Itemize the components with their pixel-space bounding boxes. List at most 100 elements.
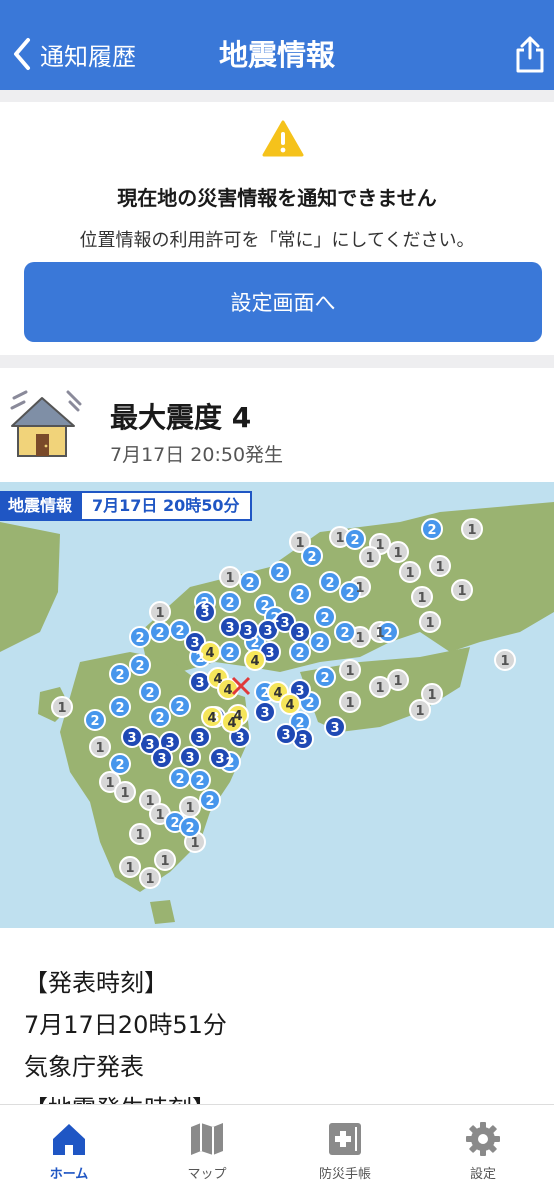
- intensity-label: 1: [335, 531, 344, 546]
- intensity-label: 1: [393, 674, 402, 689]
- warning-icon: [262, 120, 304, 157]
- tab-label: 防災手帳: [318, 1167, 371, 1182]
- intensity-label: 1: [295, 536, 304, 551]
- intensity-label: 4: [207, 711, 216, 726]
- intensity-label: 3: [280, 616, 289, 631]
- intensity-label: 2: [225, 756, 234, 771]
- notice-title: 現在地の災害情報を通知できません: [117, 186, 437, 210]
- detail-line: 7月17日20時51分: [24, 1011, 227, 1039]
- intensity-label: 1: [95, 741, 104, 756]
- intensity-label: 2: [307, 550, 316, 565]
- house-shaking-icon: [10, 390, 82, 457]
- intensity-label: 2: [195, 651, 204, 666]
- seismic-intensity-map[interactable]: 1111111111 1111111111111 1111111 1111122222…: [0, 482, 554, 928]
- intensity-label: 2: [145, 686, 154, 701]
- intensity-label: 4: [213, 672, 222, 687]
- intensity-label: 3: [295, 684, 304, 699]
- intensity-label: 1: [365, 551, 374, 566]
- intensity-label: 2: [320, 671, 329, 686]
- intensity-label: 3: [260, 706, 269, 721]
- share-icon[interactable]: [512, 34, 548, 74]
- intensity-label: 3: [263, 624, 272, 639]
- intensity-label: 2: [115, 668, 124, 683]
- intensity-label: 3: [298, 733, 307, 748]
- intensity-label: 2: [260, 599, 269, 614]
- intensity-label: 2: [115, 701, 124, 716]
- tab-settings[interactable]: 設定: [414, 1105, 552, 1201]
- tab-label: マップ: [187, 1167, 227, 1182]
- tab-home[interactable]: ホーム: [0, 1105, 138, 1201]
- intensity-label: 2: [260, 686, 269, 701]
- intensity-label: 1: [57, 701, 66, 716]
- intensity-label: 1: [417, 591, 426, 606]
- intensity-label: 3: [185, 751, 194, 766]
- intensity-label: 1: [120, 786, 129, 801]
- intensity-label: 2: [275, 566, 284, 581]
- intensity-label: 1: [457, 584, 466, 599]
- intensity-label: 3: [157, 752, 166, 767]
- intensity-label: 1: [500, 654, 509, 669]
- intensity-label: 2: [383, 626, 392, 641]
- intensity-label: 3: [215, 752, 224, 767]
- intensity-label: 3: [195, 731, 204, 746]
- intensity-label: 1: [405, 566, 414, 581]
- intensity-label: 1: [155, 606, 164, 621]
- tab-map[interactable]: マップ: [138, 1105, 276, 1201]
- intensity-label: 1: [185, 801, 194, 816]
- detail-line: 気象庁発表: [24, 1053, 144, 1081]
- intensity-label: 2: [115, 758, 124, 773]
- gear-icon: [466, 1122, 500, 1156]
- max-intensity-title: 最大震度 4: [110, 401, 252, 434]
- intensity-label: 2: [305, 696, 314, 711]
- intensity-label: 2: [205, 794, 214, 809]
- intensity-label: 2: [345, 586, 354, 601]
- intensity-label: 2: [295, 588, 304, 603]
- map-badge-label: 地震情報: [0, 491, 81, 521]
- intensity-label: 1: [225, 571, 234, 586]
- intensity-label: 2: [185, 821, 194, 836]
- open-settings-button[interactable]: 設定画面へ: [24, 262, 542, 342]
- intensity-label: 1: [135, 828, 144, 843]
- intensity-label: 2: [350, 533, 359, 548]
- intensity-label: 3: [165, 736, 174, 751]
- intensity-label: 2: [427, 523, 436, 538]
- tab-bar: ホーム マップ 防災手帳 設定: [0, 1104, 554, 1201]
- intensity-label: 3: [281, 728, 290, 743]
- intensity-label: 1: [190, 836, 199, 851]
- intensity-label: 4: [223, 683, 232, 698]
- tab-label: ホーム: [49, 1167, 89, 1182]
- intensity-label: 1: [375, 681, 384, 696]
- notice-subtitle: 位置情報の利用許可を「常に」にしてください。: [79, 230, 475, 251]
- intensity-label: 4: [250, 654, 259, 669]
- map-badge-time: 7月17日 20時50分: [80, 491, 252, 521]
- intensity-label: 2: [315, 636, 324, 651]
- intensity-label: 1: [427, 688, 436, 703]
- tab-disaster-notebook[interactable]: 防災手帳: [276, 1105, 414, 1201]
- navigation-bar: 通知履歴 地震情報: [0, 0, 554, 90]
- intensity-label: 4: [285, 698, 294, 713]
- intensity-label: 2: [320, 611, 329, 626]
- intensity-label: 2: [155, 626, 164, 641]
- home-icon: [53, 1124, 85, 1155]
- intensity-label: 3: [243, 624, 252, 639]
- intensity-label: 2: [340, 626, 349, 641]
- intensity-label: 2: [155, 711, 164, 726]
- intensity-label: 3: [265, 646, 274, 661]
- intensity-label: 3: [195, 676, 204, 691]
- intensity-label: 1: [145, 794, 154, 809]
- occurrence-time: 7月17日 20:50発生: [110, 444, 284, 466]
- intensity-label: 3: [235, 731, 244, 746]
- intensity-label: 3: [225, 621, 234, 636]
- intensity-label: 4: [273, 686, 282, 701]
- intensity-label: 2: [175, 700, 184, 715]
- intensity-label: 1: [355, 631, 364, 646]
- map-icon: [191, 1123, 223, 1155]
- intensity-label: 1: [375, 538, 384, 553]
- intensity-label: 3: [295, 626, 304, 641]
- intensity-label: 1: [435, 560, 444, 575]
- intensity-label: 2: [135, 659, 144, 674]
- intensity-label: 2: [175, 624, 184, 639]
- intensity-label: 2: [225, 596, 234, 611]
- intensity-label: 1: [425, 616, 434, 631]
- intensity-label: 1: [467, 523, 476, 538]
